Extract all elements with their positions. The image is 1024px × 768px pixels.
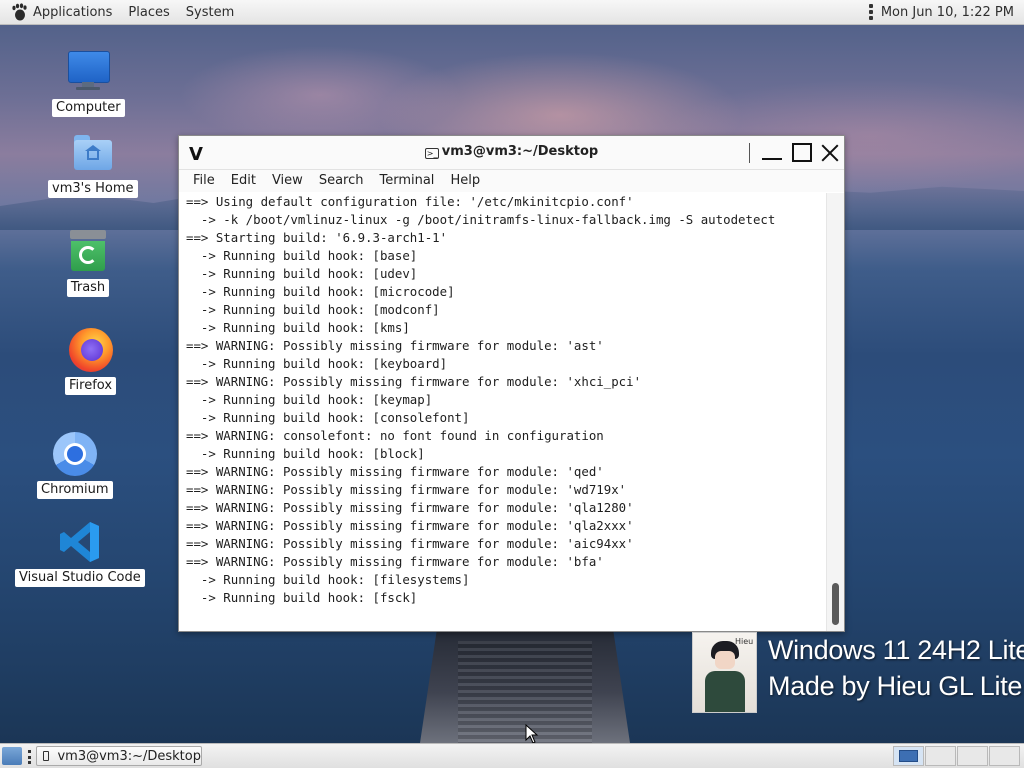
terminal-line: ==> WARNING: Possibly missing firmware f… [186, 374, 642, 389]
vscode-icon [57, 519, 103, 565]
menu-search[interactable]: Search [311, 170, 372, 192]
terminal-line: ==> WARNING: Possibly missing firmware f… [186, 554, 604, 569]
watermark-avatar: Hieu [692, 632, 757, 713]
trash-icon [65, 229, 111, 275]
minimize-button[interactable] [759, 140, 785, 166]
terminal-line: -> Running build hook: [base] [186, 248, 418, 263]
workspace-1[interactable] [893, 746, 924, 766]
home-folder-icon [70, 130, 116, 176]
terminal-line: -> Running build hook: [block] [186, 446, 425, 461]
terminal-line: ==> Using default configuration file: '/… [186, 194, 634, 209]
firefox-icon [68, 327, 114, 373]
terminal-line: -> Running build hook: [modconf] [186, 302, 440, 317]
applications-menu[interactable]: Applications [0, 0, 120, 25]
terminal-line: ==> WARNING: Possibly missing firmware f… [186, 518, 634, 533]
terminal-line: -> Running build hook: [microcode] [186, 284, 455, 299]
chromium-icon [52, 431, 98, 477]
desktop-icon-vscode[interactable]: Visual Studio Code [15, 519, 145, 587]
terminal-line: -> Running build hook: [keyboard] [186, 356, 448, 371]
show-desktop-icon[interactable] [2, 747, 22, 765]
taskbar-window-button[interactable]: vm3@vm3:~/Desktop [36, 746, 202, 766]
watermark-text: Windows 11 24H2 Lite Made by Hieu GL Lit… [768, 632, 1024, 704]
window-title: >_ vm3@vm3:~/Desktop [179, 144, 844, 159]
close-button[interactable] [817, 140, 843, 166]
terminal-text: ==> Using default configuration file: '/… [179, 193, 827, 607]
terminal-window: V >_ vm3@vm3:~/Desktop File Edit View Sea… [178, 135, 845, 632]
desktop-icon-label: Chromium [37, 481, 113, 499]
terminal-output[interactable]: ==> Using default configuration file: '/… [179, 193, 827, 631]
terminal-menubar: File Edit View Search Terminal Help [179, 170, 844, 192]
desktop-icon-label: Computer [52, 99, 125, 117]
workspace-2[interactable] [925, 746, 956, 766]
menu-help[interactable]: Help [442, 170, 488, 192]
terminal-line: -> Running build hook: [consolefont] [186, 410, 470, 425]
desktop-icon-trash[interactable]: Trash [65, 229, 111, 297]
mouse-cursor-icon [525, 724, 539, 744]
terminal-line: ==> WARNING: Possibly missing firmware f… [186, 500, 634, 515]
terminal-line: ==> WARNING: consolefont: no font found … [186, 428, 604, 443]
window-titlebar[interactable]: V >_ vm3@vm3:~/Desktop [179, 136, 844, 170]
desktop-icon-firefox[interactable]: Firefox [65, 327, 117, 395]
taskbar-window-label: vm3@vm3:~/Desktop [57, 748, 201, 764]
desktop-icon-chromium[interactable]: Chromium [37, 431, 113, 499]
terminal-line: -> Running build hook: [fsck] [186, 590, 418, 605]
titlebar-separator [749, 143, 750, 163]
bottom-panel: vm3@vm3:~/Desktop [0, 743, 1024, 768]
menu-terminal[interactable]: Terminal [371, 170, 442, 192]
menu-edit[interactable]: Edit [223, 170, 264, 192]
places-menu[interactable]: Places [120, 0, 177, 25]
terminal-line: -> Running build hook: [kms] [186, 320, 410, 335]
watermark-photo-tag: Hieu [735, 637, 754, 646]
menu-file[interactable]: File [185, 170, 223, 192]
window-title-text: vm3@vm3:~/Desktop [441, 144, 599, 159]
menu-view[interactable]: View [264, 170, 311, 192]
workspace-3[interactable] [957, 746, 988, 766]
watermark-line-1: Windows 11 24H2 Lite [768, 635, 1024, 665]
terminal-line: -> -k /boot/vmlinuz-linux -g /boot/initr… [186, 212, 776, 227]
desktop-icon-label: Firefox [65, 377, 117, 395]
desktop-icon-label: Trash [66, 279, 110, 297]
terminal-line: -> Running build hook: [udev] [186, 266, 418, 281]
desktop-icon-label: vm3's Home [48, 180, 138, 198]
gnome-foot-icon [12, 3, 27, 21]
terminal-scrollbar[interactable] [826, 193, 844, 631]
maximize-button[interactable] [789, 140, 815, 166]
terminal-line: ==> WARNING: Possibly missing firmware f… [186, 338, 604, 353]
panel-handle-icon[interactable] [28, 750, 32, 764]
top-panel: Applications Places System Mon Jun 10, 1… [0, 0, 1024, 25]
scrollbar-thumb[interactable] [832, 583, 839, 625]
terminal-line: ==> WARNING: Possibly missing firmware f… [186, 464, 604, 479]
workspace-4[interactable] [989, 746, 1020, 766]
terminal-line: ==> WARNING: Possibly missing firmware f… [186, 482, 627, 497]
system-menu[interactable]: System [178, 0, 242, 25]
terminal-line: ==> WARNING: Possibly missing firmware f… [186, 536, 634, 551]
clock[interactable]: Mon Jun 10, 1:22 PM [881, 0, 1014, 25]
desktop-icon-computer[interactable]: Computer [52, 49, 125, 117]
terminal-icon [43, 751, 50, 761]
panel-handle-icon[interactable] [868, 4, 873, 20]
terminal-icon: >_ [424, 148, 439, 159]
applications-menu-label: Applications [33, 4, 113, 20]
computer-icon [65, 49, 111, 95]
terminal-line: -> Running build hook: [keymap] [186, 392, 433, 407]
terminal-line: -> Running build hook: [filesystems] [186, 572, 470, 587]
terminal-line: ==> Starting build: '6.9.3-arch1-1' [186, 230, 448, 245]
desktop-icon-home[interactable]: vm3's Home [48, 130, 138, 198]
watermark-line-2: Made by Hieu GL Lite [768, 671, 1023, 701]
desktop-icon-label: Visual Studio Code [15, 569, 145, 587]
